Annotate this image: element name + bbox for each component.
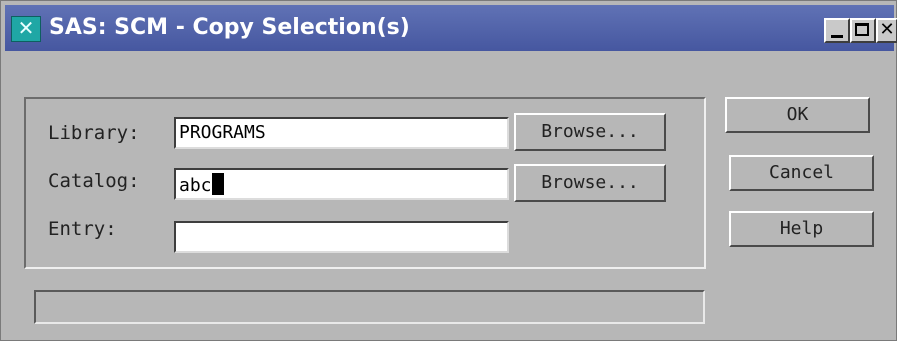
minimize-button[interactable] — [824, 18, 850, 43]
close-icon: ✕ — [879, 19, 895, 40]
catalog-field[interactable]: abc — [174, 168, 509, 200]
dialog-window: ✕ SAS: SCM - Copy Selection(s) ✕ Library… — [0, 0, 897, 341]
close-button[interactable]: ✕ — [876, 18, 897, 43]
minimize-icon — [831, 35, 843, 38]
catalog-browse-button[interactable]: Browse... — [514, 164, 666, 202]
catalog-label: Catalog: — [48, 170, 140, 192]
library-browse-button[interactable]: Browse... — [514, 113, 666, 151]
title-bar[interactable]: ✕ SAS: SCM - Copy Selection(s) ✕ — [5, 5, 897, 51]
entry-label: Entry: — [48, 218, 117, 240]
catalog-value: abc — [179, 175, 212, 196]
sas-app-icon[interactable]: ✕ — [11, 16, 41, 42]
maximize-button[interactable] — [850, 18, 876, 43]
status-bar — [34, 290, 705, 324]
maximize-icon — [855, 23, 869, 36]
cancel-button[interactable]: Cancel — [729, 155, 874, 191]
entry-field[interactable] — [174, 221, 509, 253]
window-title: SAS: SCM - Copy Selection(s) — [49, 15, 410, 40]
text-cursor — [211, 173, 224, 195]
library-field[interactable]: PROGRAMS — [174, 117, 509, 149]
library-label: Library: — [48, 122, 140, 144]
ok-button[interactable]: OK — [725, 97, 870, 133]
help-button[interactable]: Help — [729, 211, 874, 247]
